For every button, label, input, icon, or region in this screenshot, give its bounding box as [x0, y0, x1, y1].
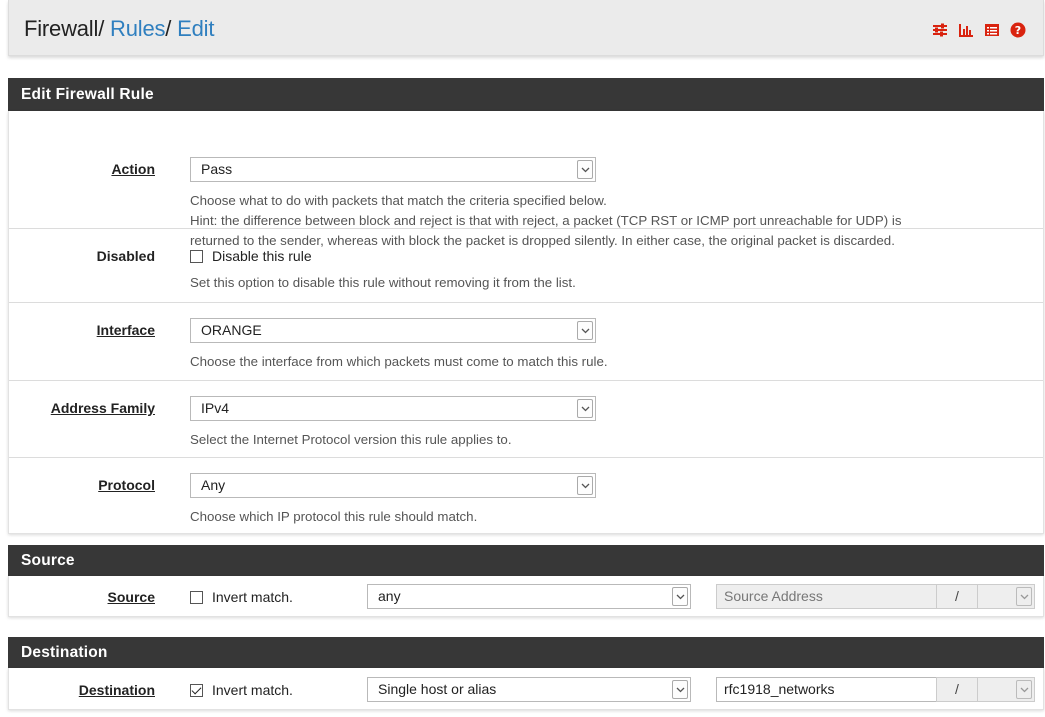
protocol-help: Choose which IP protocol this rule shoul… [190, 509, 478, 524]
action-select[interactable]: Pass [190, 157, 596, 182]
destination-invert-label: Invert match. [212, 682, 293, 698]
destination-address-input[interactable]: rfc1918_networks [716, 677, 937, 702]
interface-row: Interface ORANGE Choose the interface fr… [9, 302, 1043, 380]
chevron-down-icon [577, 160, 593, 179]
protocol-row: Protocol Any Choose which IP protocol th… [9, 457, 1043, 533]
destination-label: Destination [78, 682, 155, 698]
bar-chart-icon[interactable] [958, 22, 974, 38]
destination-panel: Destination Destination Invert match. Si… [8, 637, 1044, 710]
panel-title: Edit Firewall Rule [8, 78, 1044, 111]
address-family-select-value: IPv4 [201, 400, 230, 416]
panel-title: Destination [8, 637, 1044, 668]
disable-rule-checkbox-label: Disable this rule [212, 248, 312, 264]
breadcrumb-edit-link[interactable]: Edit [177, 16, 214, 41]
source-label: Source [107, 589, 155, 605]
checkbox-icon[interactable] [190, 590, 203, 604]
sliders-icon[interactable] [932, 22, 948, 38]
disable-rule-checkbox[interactable]: Disable this rule [190, 248, 312, 264]
protocol-select-value: Any [201, 477, 226, 493]
disabled-label: Disabled [96, 248, 155, 264]
disabled-help: Set this option to disable this rule wit… [190, 275, 576, 290]
source-panel: Source Source Invert match. any Source A… [8, 545, 1044, 617]
address-family-label: Address Family [50, 400, 155, 416]
chevron-down-icon [577, 399, 593, 418]
source-type-value: any [378, 588, 401, 604]
chevron-down-icon [577, 321, 593, 340]
source-address-input[interactable]: Source Address [716, 584, 937, 609]
chevron-down-icon [1016, 680, 1032, 699]
chevron-down-icon [672, 587, 688, 606]
source-invert-label: Invert match. [212, 589, 293, 605]
protocol-label: Protocol [98, 477, 155, 493]
source-type-select[interactable]: any [367, 584, 691, 609]
destination-row: Destination Invert match. Single host or… [9, 668, 1043, 709]
source-invert-checkbox[interactable]: Invert match. [190, 589, 293, 605]
checkbox-checked-icon[interactable] [190, 683, 203, 697]
page-header: Firewall/ Rules/ Edit ? [8, 0, 1044, 56]
list-icon[interactable] [984, 22, 1000, 38]
action-select-value: Pass [201, 161, 233, 177]
action-row: Action Pass Choose what to do with packe… [9, 111, 1043, 248]
destination-slash: / [936, 677, 978, 702]
breadcrumb-separator: / [98, 16, 105, 41]
action-help-line: Choose what to do with packets that matc… [190, 193, 607, 208]
chevron-down-icon [672, 680, 688, 699]
destination-invert-checkbox[interactable]: Invert match. [190, 682, 293, 698]
disabled-row: Disabled Disable this rule Set this opti… [9, 228, 1043, 302]
address-family-row: Address Family IPv4 Select the Internet … [9, 380, 1043, 457]
chevron-down-icon [1016, 587, 1032, 606]
action-label: Action [111, 161, 155, 177]
checkbox-icon[interactable] [190, 249, 203, 263]
destination-type-select[interactable]: Single host or alias [367, 677, 691, 702]
panel-title: Source [8, 545, 1044, 576]
edit-rule-panel: Edit Firewall Rule Action Pass Choose wh… [8, 78, 1044, 534]
address-family-select[interactable]: IPv4 [190, 396, 596, 421]
interface-label: Interface [96, 322, 155, 338]
destination-mask-select[interactable] [977, 677, 1035, 702]
address-family-help: Select the Internet Protocol version thi… [190, 432, 512, 447]
chevron-down-icon [577, 476, 593, 495]
source-mask-select[interactable] [977, 584, 1035, 609]
svg-text:?: ? [1015, 24, 1021, 37]
breadcrumb-rules-link[interactable]: Rules [110, 16, 165, 41]
source-slash: / [936, 584, 978, 609]
interface-help: Choose the interface from which packets … [190, 354, 608, 369]
protocol-select[interactable]: Any [190, 473, 596, 498]
interface-select[interactable]: ORANGE [190, 318, 596, 343]
breadcrumb: Firewall/ Rules/ Edit [24, 16, 214, 42]
breadcrumb-firewall: Firewall [24, 16, 99, 41]
destination-type-value: Single host or alias [378, 681, 497, 697]
source-row: Source Invert match. any Source Address … [9, 576, 1043, 616]
help-icon[interactable]: ? [1010, 22, 1026, 38]
breadcrumb-separator: / [165, 16, 172, 41]
interface-select-value: ORANGE [201, 322, 262, 338]
